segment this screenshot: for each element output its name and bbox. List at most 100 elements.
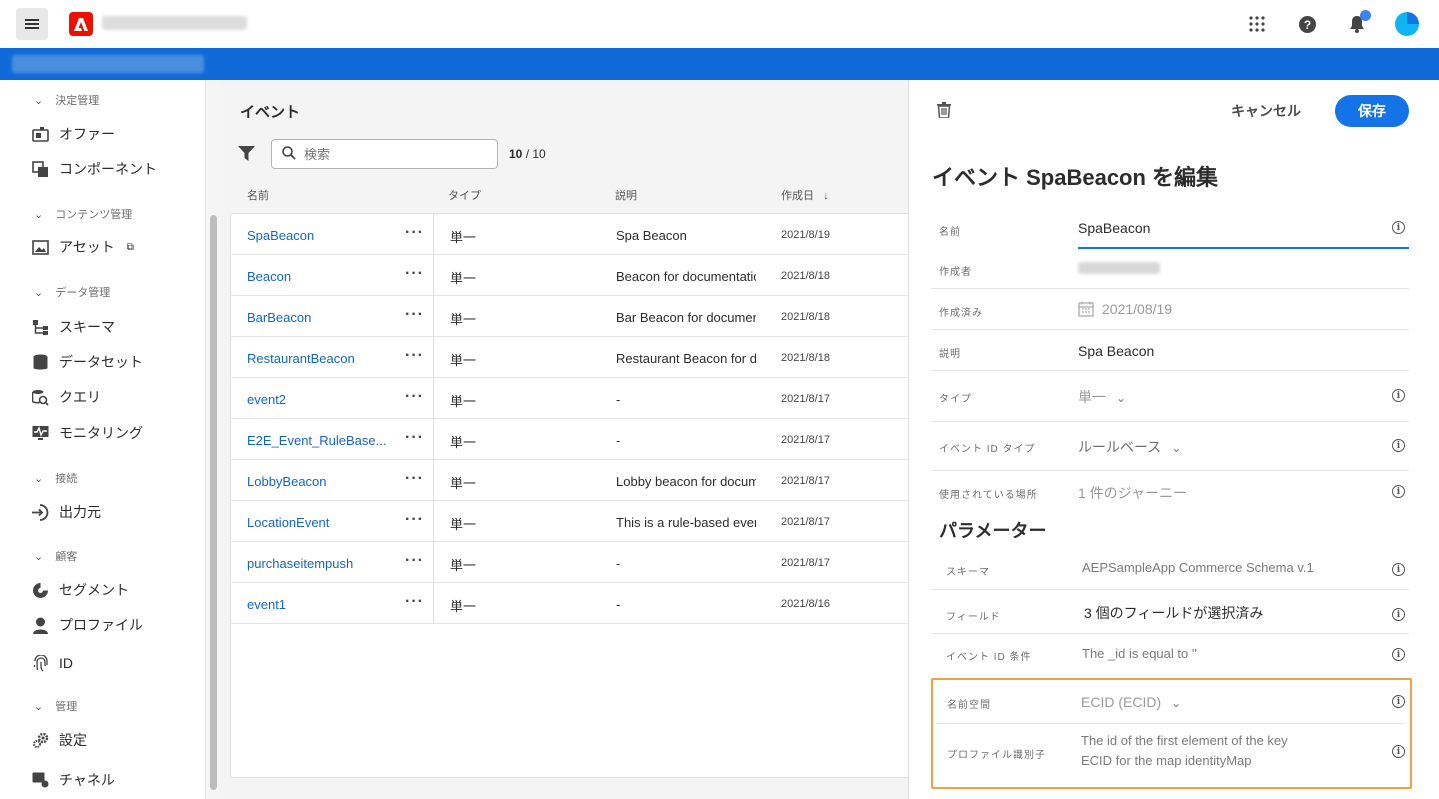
- sidebar-item-settings[interactable]: 設定: [32, 730, 87, 750]
- sidebar-item-monitoring[interactable]: モニタリング: [32, 423, 143, 443]
- section-connections[interactable]: ⌄ 接続: [34, 470, 77, 486]
- monitoring-icon: [32, 425, 49, 442]
- event-type-cell: 単一: [450, 517, 477, 532]
- created-value: 2021/08/19: [1078, 301, 1172, 320]
- sidebar-item-segments[interactable]: セグメント: [32, 580, 129, 600]
- table-row[interactable]: E2E_Event_RuleBase... ··· 単一 - 2021/8/17: [231, 419, 919, 460]
- event-type-cell: 単一: [450, 271, 477, 286]
- event-name-link[interactable]: event2: [247, 392, 286, 407]
- info-icon[interactable]: i: [1392, 389, 1405, 402]
- table-row[interactable]: event1 ··· 単一 - 2021/8/16: [231, 583, 919, 624]
- more-actions-icon[interactable]: ···: [405, 511, 424, 529]
- sidebar-item-queries[interactable]: クエリ: [32, 387, 101, 407]
- page-title: イベント: [240, 104, 301, 121]
- description-input[interactable]: Spa Beacon: [1078, 343, 1154, 359]
- help-icon[interactable]: ?: [1293, 10, 1321, 38]
- section-decision-management[interactable]: ⌄ 決定管理: [34, 92, 99, 108]
- column-header-description[interactable]: 説明: [615, 187, 637, 203]
- more-actions-icon[interactable]: ···: [405, 388, 424, 406]
- table-row[interactable]: event2 ··· 単一 - 2021/8/17: [231, 378, 919, 419]
- field-event-id-condition: イベント ID 条件 The _id is equal to '' i: [931, 634, 1409, 676]
- info-icon[interactable]: i: [1392, 608, 1405, 621]
- info-icon[interactable]: i: [1392, 439, 1405, 452]
- sidebar-item-identities[interactable]: ID: [32, 653, 73, 673]
- trash-icon[interactable]: [937, 102, 951, 121]
- sidebar-item-profiles[interactable]: プロファイル: [32, 615, 143, 635]
- fields-value[interactable]: 3 個のフィールドが選択済み: [1084, 603, 1263, 623]
- chevron-down-icon: ⌄: [34, 550, 44, 563]
- filter-icon[interactable]: [238, 146, 255, 164]
- field-schema: スキーマ AEPSampleApp Commerce Schema v.1 i: [931, 548, 1409, 590]
- event-name-link[interactable]: event1: [247, 597, 286, 612]
- avatar[interactable]: [1395, 12, 1419, 36]
- info-icon[interactable]: i: [1392, 485, 1405, 498]
- sidebar-item-datasets[interactable]: データセット: [32, 352, 143, 372]
- settings-icon: [32, 732, 49, 749]
- event-name-link[interactable]: BarBeacon: [247, 310, 311, 325]
- sidebar-item-channels[interactable]: チャネル: [32, 770, 115, 790]
- avatar-button[interactable]: [1393, 10, 1421, 38]
- column-header-name[interactable]: 名前: [247, 187, 269, 203]
- event-name-link[interactable]: E2E_Event_RuleBase...: [247, 433, 386, 448]
- event-name-link[interactable]: RestaurantBeacon: [247, 351, 355, 366]
- event-date-cell: 2021/8/16: [781, 598, 830, 610]
- info-icon[interactable]: i: [1392, 648, 1405, 661]
- info-icon[interactable]: i: [1392, 221, 1405, 234]
- info-icon[interactable]: i: [1392, 563, 1405, 576]
- section-customers[interactable]: ⌄ 顧客: [34, 548, 77, 564]
- event-name-link[interactable]: purchaseitempush: [247, 556, 353, 571]
- cancel-button[interactable]: キャンセル: [1231, 101, 1301, 121]
- name-input[interactable]: SpaBeacon: [1078, 220, 1150, 236]
- search-input[interactable]: [304, 146, 484, 162]
- more-actions-icon[interactable]: ···: [405, 306, 424, 324]
- sidebar-scrollbar[interactable]: [210, 215, 217, 790]
- more-actions-icon[interactable]: ···: [405, 470, 424, 488]
- condition-value[interactable]: The _id is equal to '': [1082, 646, 1197, 661]
- event-name-link[interactable]: LocationEvent: [247, 515, 329, 530]
- used-in-value[interactable]: 1 件のジャーニー: [1078, 483, 1187, 503]
- sidebar-item-label: データセット: [59, 354, 143, 370]
- column-header-created[interactable]: 作成日 ↓: [781, 187, 829, 203]
- apps-grid-icon[interactable]: [1243, 10, 1271, 38]
- event-name-link[interactable]: SpaBeacon: [247, 228, 314, 243]
- event-id-type-select[interactable]: ルールベース ⌄: [1078, 437, 1181, 457]
- column-header-type[interactable]: タイプ: [448, 187, 481, 203]
- info-icon[interactable]: i: [1392, 745, 1405, 758]
- section-title: データ管理: [55, 287, 111, 299]
- table-row[interactable]: LocationEvent ··· 単一 This is a rule-based e…: [231, 501, 919, 542]
- more-actions-icon[interactable]: ···: [405, 593, 424, 611]
- sidebar-item-components[interactable]: コンポーネント: [32, 159, 157, 179]
- sandbox-bar: [0, 48, 1439, 80]
- sandbox-switcher[interactable]: [12, 55, 204, 73]
- more-actions-icon[interactable]: ···: [405, 265, 424, 283]
- event-type-cell: 単一: [450, 476, 477, 491]
- hamburger-icon[interactable]: [16, 8, 48, 40]
- table-row[interactable]: BarBeacon ··· 単一 Bar Beacon for documen 2021…: [231, 296, 919, 337]
- more-actions-icon[interactable]: ···: [405, 224, 424, 242]
- sidebar-item-schemas[interactable]: スキーマ: [32, 317, 115, 337]
- org-name-blurred: [102, 16, 247, 30]
- bell-icon[interactable]: [1343, 10, 1371, 38]
- section-content-management[interactable]: ⌄ コンテンツ管理: [34, 206, 132, 222]
- more-actions-icon[interactable]: ···: [405, 429, 424, 447]
- table-row[interactable]: RestaurantBeacon ··· 単一 Restaurant Beacon f…: [231, 337, 919, 378]
- table-row[interactable]: purchaseitempush ··· 単一 - 2021/8/17: [231, 542, 919, 583]
- table-row[interactable]: SpaBeacon ··· 単一 Spa Beacon 2021/8/19: [231, 214, 919, 255]
- info-icon[interactable]: i: [1392, 695, 1405, 708]
- adobe-logo-icon[interactable]: [69, 12, 93, 36]
- components-icon: [32, 160, 49, 178]
- more-actions-icon[interactable]: ···: [405, 552, 424, 570]
- event-name-link[interactable]: Beacon: [247, 269, 291, 284]
- sidebar-item-label: スキーマ: [59, 319, 115, 335]
- event-name-link[interactable]: LobbyBeacon: [247, 474, 327, 489]
- table-row[interactable]: LobbyBeacon ··· 単一 Lobby beacon for docum 20…: [231, 460, 919, 501]
- save-button[interactable]: 保存: [1335, 95, 1409, 127]
- more-actions-icon[interactable]: ···: [405, 347, 424, 365]
- section-administration[interactable]: ⌄ 管理: [34, 698, 77, 714]
- sidebar-item-assets[interactable]: アセット ⧉: [32, 237, 134, 257]
- sidebar-item-offers[interactable]: オファー: [32, 124, 115, 144]
- table-row[interactable]: Beacon ··· 単一 Beacon for documentatio 2021/8…: [231, 255, 919, 296]
- sidebar-item-sources[interactable]: 出力元: [32, 502, 101, 522]
- search-box[interactable]: [271, 139, 498, 169]
- section-data-management[interactable]: ⌄ データ管理: [34, 284, 110, 300]
